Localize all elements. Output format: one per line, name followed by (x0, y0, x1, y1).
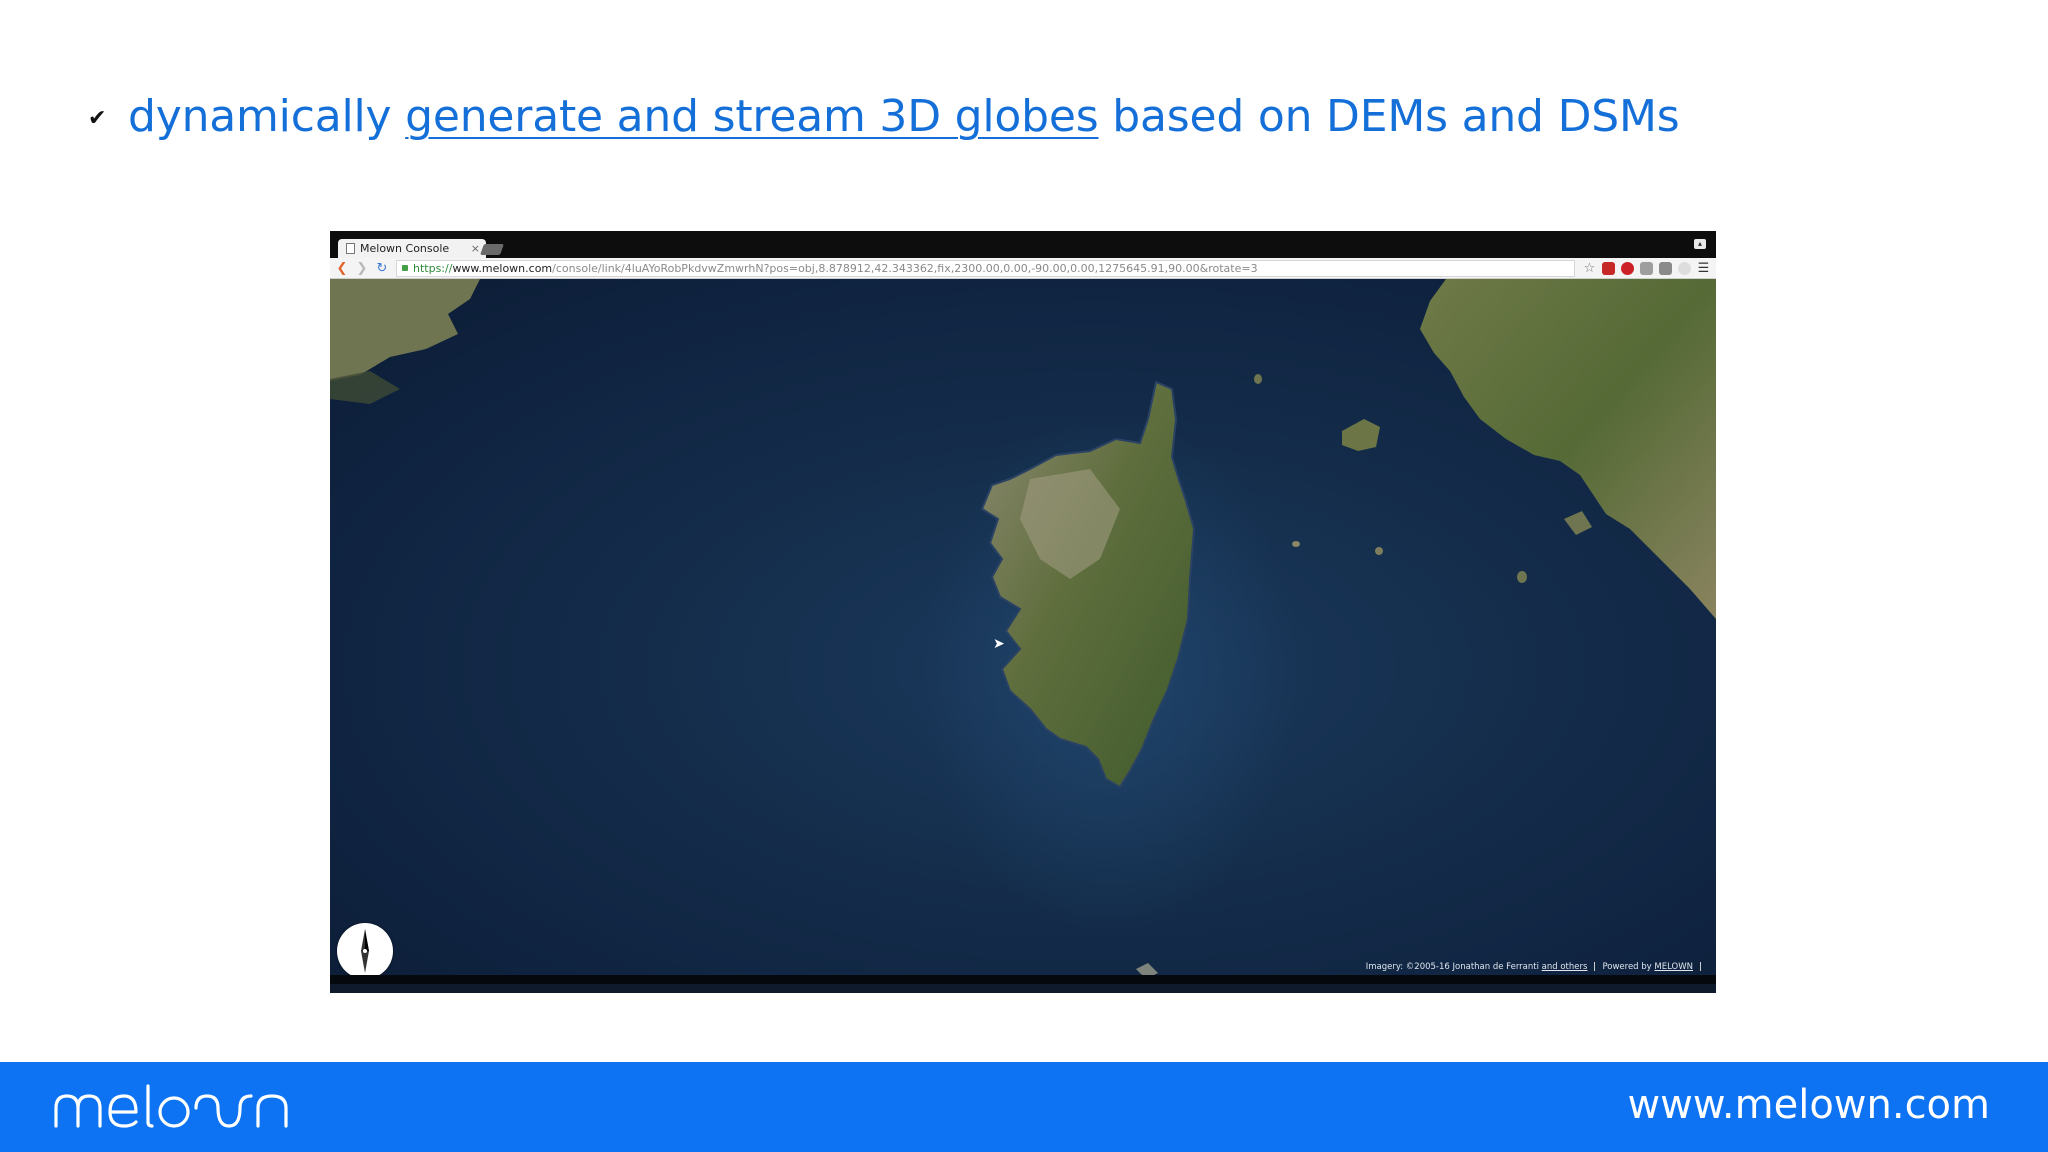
website-link[interactable]: www.melown.com (1627, 1082, 1990, 1128)
compass-control[interactable] (337, 923, 393, 979)
satellite-imagery (330, 279, 1716, 979)
powered-by-text: Powered by (1602, 962, 1655, 972)
browser-tab[interactable]: Melown Console × (338, 239, 486, 258)
close-icon[interactable]: × (471, 242, 480, 255)
map-attribution: Imagery: ©2005-16 Jonathan de Ferranti a… (1366, 962, 1708, 972)
copy-extension-icon[interactable] (1659, 261, 1672, 275)
bullet-prefix: dynamically (128, 90, 406, 142)
pinterest-icon[interactable] (1621, 261, 1634, 275)
url-path: /console/link/4luAYoRobPkdvwZmwrhN?pos=o… (552, 261, 1258, 275)
argentario-promontory (1564, 511, 1592, 535)
attribution-text: Imagery: ©2005-16 Jonathan de Ferranti (1365, 962, 1542, 972)
tab-title: Melown Console (360, 242, 450, 255)
bullet-link[interactable]: generate and stream 3D globes (405, 91, 1099, 142)
user-icon[interactable]: ▴ (1694, 239, 1706, 249)
address-bar: ❮ ❯ ↻ https://www.melown.com/console/lin… (330, 258, 1716, 279)
map-viewport[interactable]: ➤ + − 2D Imagery: ©2005-16 Jonathan de F… (330, 279, 1716, 984)
small-island (1517, 571, 1527, 583)
bullet-text: dynamically generate and stream 3D globe… (128, 90, 1680, 142)
small-island (1254, 374, 1262, 384)
elba-island (1342, 419, 1380, 451)
back-icon[interactable]: ❮ (334, 261, 350, 276)
menu-icon[interactable]: ☰ (1697, 262, 1710, 275)
url-input[interactable]: https://www.melown.com/console/link/4luA… (396, 259, 1575, 277)
melown-logo (54, 1084, 288, 1128)
bookmark-star-icon[interactable]: ☆ (1583, 262, 1596, 275)
compass-needle-icon (361, 929, 369, 973)
url-host: www.melown.com (452, 261, 553, 275)
footer-bar: www.melown.com (0, 1062, 2048, 1152)
forward-icon[interactable]: ❯ (354, 261, 370, 276)
extension-icons: ☆ ☰ (1583, 261, 1710, 275)
url-scheme: https:// (413, 261, 453, 275)
new-tab-button[interactable] (479, 244, 505, 255)
attribution-link[interactable]: and others (1542, 962, 1588, 972)
browser-window: Melown Console × ▴ ❮ ❯ ↻ https://www.mel… (330, 231, 1716, 993)
bullet-suffix: based on DEMs and DSMs (1098, 90, 1680, 142)
divider (1700, 962, 1701, 971)
melown-link[interactable]: MELOWN (1654, 962, 1693, 972)
coastline-northwest (330, 279, 480, 381)
reload-icon[interactable]: ↻ (374, 261, 390, 276)
bullet-line: ✔ dynamically generate and stream 3D glo… (88, 86, 1680, 146)
chat-extension-icon[interactable] (1640, 261, 1653, 275)
divider (1594, 962, 1596, 971)
ublock-icon[interactable] (1602, 261, 1615, 275)
extension-icon[interactable] (1678, 261, 1691, 275)
small-island (1292, 541, 1300, 547)
map-bottom-strip (330, 975, 1716, 984)
small-island (1375, 547, 1383, 555)
mouse-cursor-icon: ➤ (993, 636, 1005, 652)
italian-mainland (1420, 279, 1716, 619)
lock-icon (402, 265, 408, 271)
check-icon: ✔ (88, 105, 107, 131)
tab-bar: Melown Console × ▴ (330, 231, 1716, 258)
page-icon (346, 243, 355, 254)
